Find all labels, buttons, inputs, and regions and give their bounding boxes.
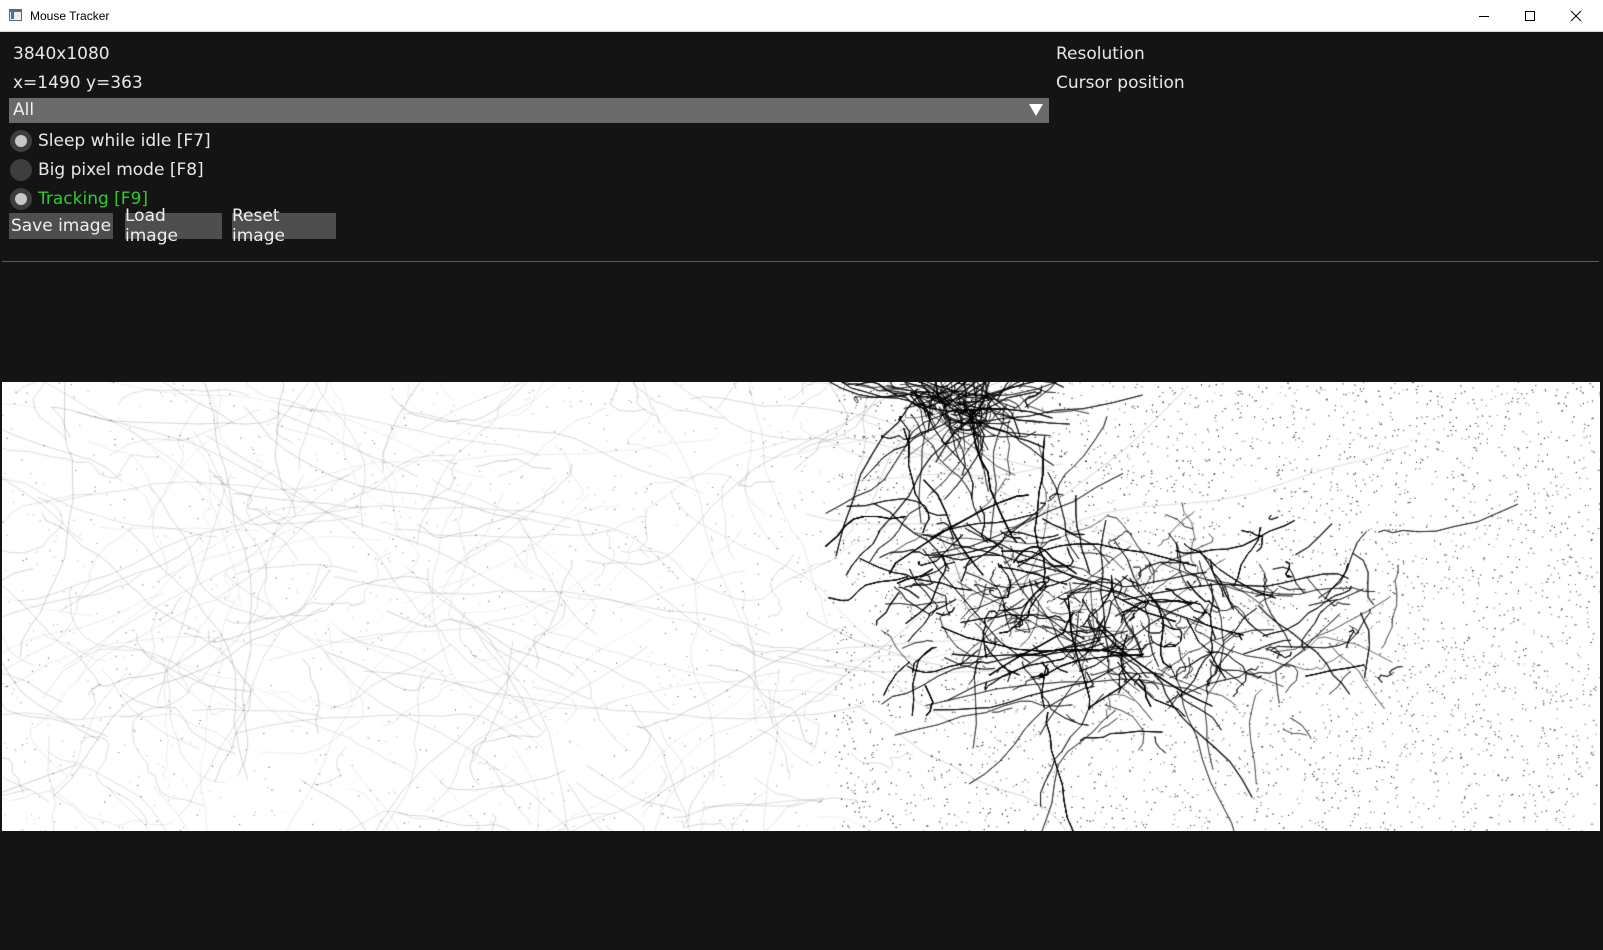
tracking-radio[interactable] [10, 188, 32, 210]
divider [2, 261, 1599, 262]
title-bar: Mouse Tracker [0, 0, 1603, 32]
sleep-while-idle-label: Sleep while idle [F7] [38, 131, 211, 151]
mouse-trail-canvas [2, 382, 1600, 831]
resolution-label: Resolution [1056, 44, 1145, 64]
maximize-icon [1525, 10, 1535, 21]
save-image-button[interactable]: Save image [9, 213, 113, 239]
sleep-while-idle-radio[interactable] [10, 130, 32, 152]
mouse-trail-image [2, 382, 1600, 831]
reset-image-button[interactable]: Reset image [232, 206, 336, 246]
minimize-icon [1479, 15, 1489, 17]
triangle-down-icon [1029, 104, 1043, 116]
filter-dropdown[interactable]: All [9, 98, 1049, 123]
radio-dot [15, 193, 27, 205]
cursor-position-label: Cursor position [1056, 73, 1185, 93]
window-title: Mouse Tracker [30, 9, 110, 23]
app-icon [9, 9, 22, 21]
cursor-position-value: x=1490 y=363 [13, 73, 143, 93]
close-button[interactable] [1553, 0, 1599, 31]
big-pixel-mode-radio[interactable] [10, 159, 32, 181]
filter-dropdown-value: All [13, 100, 35, 120]
radio-dot [15, 135, 27, 147]
minimize-button[interactable] [1461, 0, 1507, 31]
maximize-button[interactable] [1507, 0, 1553, 31]
resolution-value: 3840x1080 [13, 44, 110, 64]
big-pixel-mode-label: Big pixel mode [F8] [38, 160, 204, 180]
load-image-button[interactable]: Load image [125, 206, 222, 246]
close-icon [1570, 10, 1582, 21]
